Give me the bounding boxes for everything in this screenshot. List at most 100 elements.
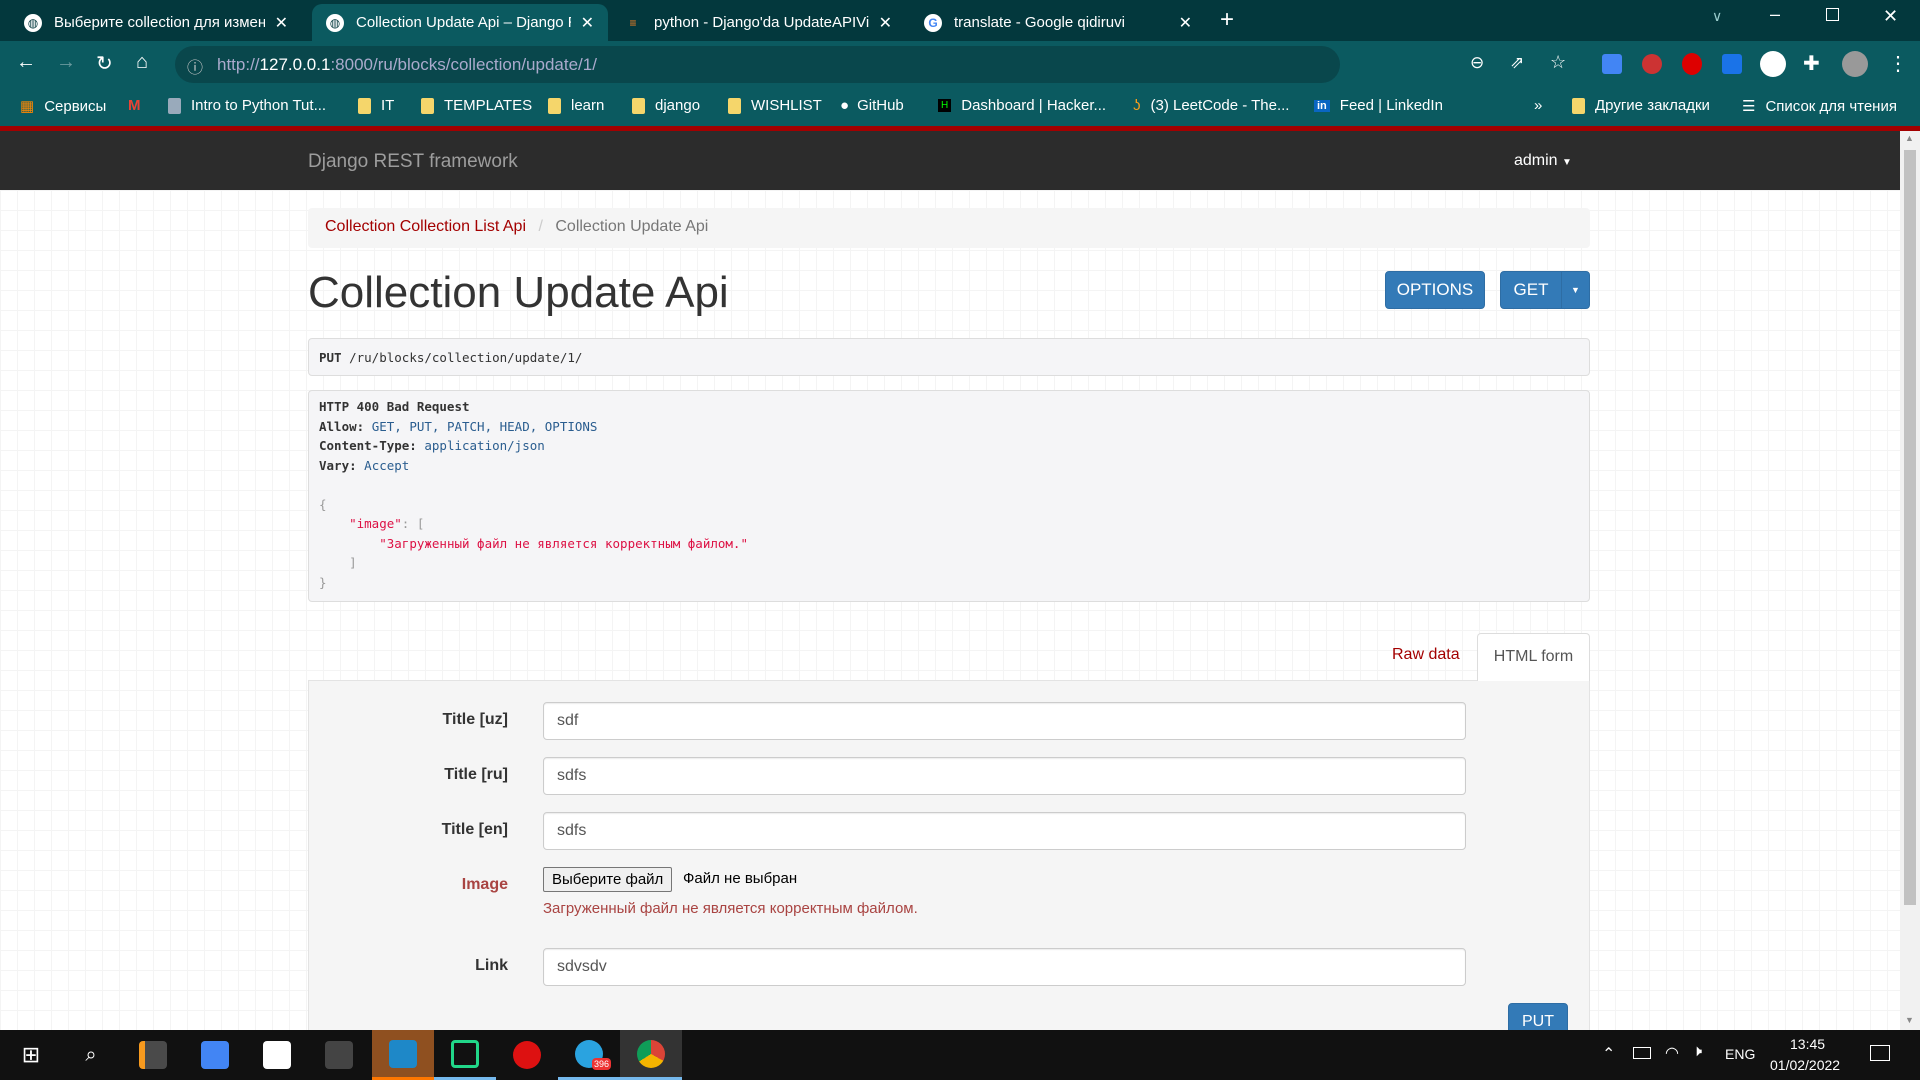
minimize-button[interactable]: –	[1770, 4, 1780, 25]
restore-button[interactable]	[1826, 8, 1839, 21]
github-icon: ●	[840, 97, 850, 114]
tray-chevron-icon[interactable]: ⌃	[1602, 1044, 1615, 1064]
extension-icon[interactable]	[1642, 54, 1662, 74]
brand-link[interactable]: Django REST framework	[308, 151, 518, 173]
bookmark-gmail[interactable]: M	[128, 97, 141, 114]
scroll-down-icon[interactable]: ▼	[1905, 1015, 1914, 1025]
close-tab-icon[interactable]: ✕	[879, 13, 892, 33]
extensions-puzzle-icon[interactable]: ✚	[1803, 51, 1820, 76]
new-tab-button[interactable]: +	[1220, 6, 1234, 34]
extension-icon[interactable]	[1722, 54, 1742, 74]
taskbar-app[interactable]	[496, 1030, 558, 1080]
bookmark-folder[interactable]: TEMPLATES	[421, 97, 532, 114]
bookmark-linkedin[interactable]: in Feed | LinkedIn	[1314, 97, 1443, 114]
url-text[interactable]: http://127.0.0.1:8000/ru/blocks/collecti…	[217, 55, 597, 75]
notifications-icon[interactable]	[1870, 1045, 1890, 1061]
battery-icon[interactable]	[1633, 1047, 1651, 1059]
taskbar-app-terminal[interactable]	[308, 1030, 370, 1080]
reading-list[interactable]: ☰ Список для чтения	[1742, 97, 1897, 116]
browser-tab-active[interactable]: ◍Collection Update Api – Django REST fra…	[312, 4, 608, 41]
navbar: Django REST framework admin ▼	[0, 131, 1900, 190]
options-button[interactable]: OPTIONS	[1385, 271, 1485, 309]
user-dropdown[interactable]: admin ▼	[1514, 152, 1572, 170]
bookmark-github[interactable]: ● GitHub	[840, 97, 904, 114]
put-submit-button[interactable]: PUT	[1508, 1003, 1568, 1030]
browser-tab[interactable]: ≡ python - Django'da UpdateAPIView ✕	[610, 4, 906, 41]
address-bar[interactable]: ⓘ http://127.0.0.1:8000/ru/blocks/collec…	[175, 46, 1340, 83]
title-uz-input[interactable]: sdf	[543, 702, 1466, 740]
tab-html-form[interactable]: HTML form	[1477, 633, 1590, 681]
bookmark-apps[interactable]: ▦ Сервисы	[20, 97, 106, 116]
language-indicator[interactable]: ENG	[1725, 1046, 1755, 1062]
close-window-button[interactable]: ✕	[1883, 6, 1898, 27]
close-tab-icon[interactable]: ✕	[1179, 13, 1192, 33]
site-info-icon[interactable]: ⓘ	[187, 54, 203, 78]
taskbar-app-sublime[interactable]	[122, 1030, 184, 1080]
title-en-input[interactable]: sdfs	[543, 812, 1466, 850]
bookmark-folder[interactable]: django	[632, 97, 700, 114]
start-button[interactable]: ⊞	[0, 1030, 62, 1080]
title-ru-input[interactable]: sdfs	[543, 757, 1466, 795]
image-error-text: Загруженный файл не является корректным …	[543, 900, 918, 917]
image-label: Image	[461, 876, 508, 893]
windows-icon: ⊞	[21, 1042, 41, 1067]
get-button[interactable]: GET	[1500, 271, 1562, 309]
share-icon[interactable]: ⇗	[1510, 53, 1524, 73]
hackerrank-icon: H	[938, 99, 952, 112]
tab-search-icon[interactable]: ∨	[1712, 8, 1722, 25]
get-format-dropdown[interactable]: ▼	[1561, 271, 1590, 309]
bookmark-folder[interactable]: WISHLIST	[728, 97, 822, 114]
folder-icon	[358, 97, 371, 114]
bookmark-star-icon[interactable]: ☆	[1550, 52, 1566, 73]
google-translate-extension-icon[interactable]	[1602, 54, 1622, 74]
scroll-up-icon[interactable]: ▲	[1905, 133, 1914, 143]
bookmark-leetcode[interactable]: ʖ (3) LeetCode - The...	[1133, 97, 1289, 114]
volume-icon[interactable]: 🕨	[1692, 1043, 1702, 1061]
link-input[interactable]: sdvsdv	[543, 948, 1466, 986]
browser-tab[interactable]: Gtranslate - Google qidiruvi ✕	[910, 4, 1206, 41]
bookmarks-overflow[interactable]: »	[1534, 97, 1542, 114]
field-label: Link	[475, 957, 508, 974]
taskbar-app-pycharm[interactable]	[434, 1030, 496, 1080]
bookmark-hackerrank[interactable]: H Dashboard | Hacker...	[938, 97, 1106, 114]
adblock-icon[interactable]	[1682, 53, 1702, 75]
search-button[interactable]: ⌕	[60, 1030, 122, 1080]
zoom-icon[interactable]: ⊖	[1470, 53, 1484, 73]
home-icon[interactable]: ⌂	[136, 51, 148, 74]
bookmarks-bar: ▦ Сервисы M Intro to Python Tut... IT TEM…	[0, 88, 1920, 126]
menu-kebab-icon[interactable]: ⋮	[1888, 51, 1908, 76]
bookmark[interactable]: Intro to Python Tut...	[168, 97, 326, 114]
breadcrumb-current: Collection Update Api	[555, 218, 709, 235]
close-tab-icon[interactable]: ✕	[581, 13, 594, 33]
bookmark-folder[interactable]: learn	[548, 97, 604, 114]
taskbar-app-brackets[interactable]	[372, 1030, 434, 1080]
other-bookmarks[interactable]: Другие закладки	[1572, 97, 1710, 114]
reload-icon[interactable]: ↻	[96, 51, 113, 76]
profile-avatar[interactable]	[1842, 51, 1868, 77]
taskbar-app-telegram[interactable]: 396	[558, 1030, 620, 1080]
wifi-icon[interactable]: ◠	[1665, 1043, 1679, 1063]
taskbar-app-chrome[interactable]	[620, 1030, 682, 1080]
clock-date[interactable]: 01/02/2022	[1770, 1057, 1840, 1073]
close-tab-icon[interactable]: ✕	[275, 13, 288, 33]
folder-icon	[1572, 97, 1585, 114]
tab-raw-data[interactable]: Raw data	[1392, 646, 1460, 664]
response-error-message: "Загруженный файл не является корректным…	[379, 535, 748, 551]
telegram-badge: 396	[592, 1058, 612, 1070]
back-icon[interactable]: ←	[16, 51, 36, 74]
taskbar-app-xmind[interactable]	[246, 1030, 308, 1080]
page-scrollbar[interactable]: ▲ ▼	[1900, 131, 1920, 1030]
extension-icon[interactable]	[1760, 51, 1786, 77]
globe-icon: ◍	[24, 13, 42, 32]
choose-file-button[interactable]: Выберите файл	[543, 867, 673, 892]
bookmark-folder[interactable]: IT	[358, 97, 394, 114]
taskbar-app-translate[interactable]	[184, 1030, 246, 1080]
breadcrumb-link[interactable]: Collection Collection List Api	[325, 218, 526, 235]
scrollbar-thumb[interactable]	[1904, 150, 1916, 905]
caret-down-icon: ▼	[1562, 157, 1572, 168]
forward-icon[interactable]: →	[56, 51, 76, 74]
request-info: PUT /ru/blocks/collection/update/1/	[308, 338, 1590, 376]
clock-time[interactable]: 13:45	[1790, 1036, 1825, 1052]
browser-tab[interactable]: ◍Выберите collection для изменения✕	[10, 4, 302, 41]
folder-icon	[632, 97, 645, 114]
